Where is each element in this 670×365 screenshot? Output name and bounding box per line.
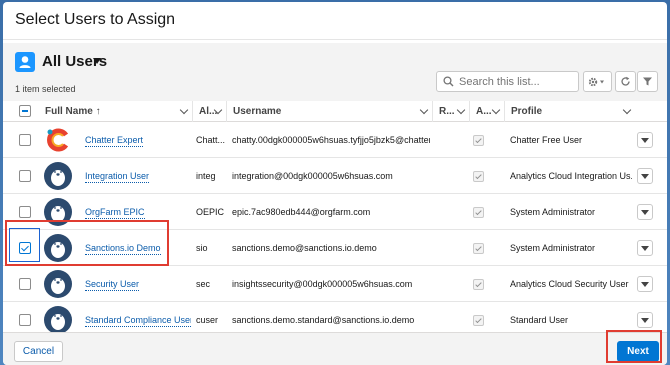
row-select-checkbox[interactable] [19, 134, 31, 146]
bear-avatar [44, 234, 72, 262]
row-actions-menu-button[interactable] [637, 204, 653, 220]
user-name-link[interactable]: Integration User [85, 171, 150, 183]
user-name-link[interactable]: Standard Compliance User [85, 315, 191, 327]
row-select-checkbox[interactable] [19, 206, 31, 218]
active-checkbox [473, 315, 484, 326]
modal-title: Select Users to Assign [15, 11, 176, 28]
alias-cell: Chatt... [196, 135, 226, 145]
chevron-down-icon[interactable] [491, 105, 501, 115]
row-actions-menu-button[interactable] [637, 168, 653, 184]
column-role[interactable]: R... [433, 101, 470, 122]
full-name-cell: Integration User [85, 158, 191, 194]
column-active[interactable]: A... [470, 101, 505, 122]
username-cell: epic.7ac980edb444@orgfarm.com [232, 207, 371, 217]
user-name-link[interactable]: Security User [85, 279, 140, 291]
user-name-link[interactable]: Sanctions.io Demo [85, 243, 161, 255]
chevron-down-icon[interactable] [456, 105, 466, 115]
username-cell: sanctions.demo@sanctions.io.demo [232, 243, 377, 253]
active-checkbox [473, 243, 484, 254]
gear-icon [588, 77, 604, 86]
alias-cell: integ [196, 171, 216, 181]
row-select-checkbox[interactable] [19, 170, 31, 182]
table-row[interactable]: Sanctions.io Demo sio sanctions.demo@sanct… [3, 230, 667, 266]
list-view-header: All Users 1 item selected [3, 43, 667, 103]
username-cell: chatty.00dgk000005w6hsuas.tyfjjo5jbzk5@c… [232, 135, 430, 145]
table-header: Full Name ↑ Al... Username R... A... Pro… [3, 101, 667, 122]
user-icon [15, 52, 35, 72]
column-username[interactable]: Username [227, 101, 433, 122]
profile-cell: Chatter Free User [510, 135, 583, 145]
username-cell: insightssecurity@00dgk000005w6hsuas.com [232, 279, 413, 289]
column-full-name[interactable]: Full Name ↑ [39, 101, 193, 122]
search-input[interactable] [459, 73, 575, 90]
table-row[interactable]: OrgFarm EPIC OEPIC epic.7ac980edb444@orgfa… [3, 194, 667, 230]
column-alias[interactable]: Al... [193, 101, 227, 122]
column-profile[interactable]: Profile [505, 101, 635, 122]
refresh-icon [621, 76, 630, 86]
bear-avatar [44, 306, 72, 334]
active-checkbox [473, 171, 484, 182]
alias-cell: sec [196, 279, 211, 289]
username-cell: integration@00dgk000005w6hsuas.com [232, 171, 393, 181]
full-name-cell: Security User [85, 266, 191, 302]
profile-cell: Analytics Cloud Security User [510, 279, 629, 289]
table-row[interactable]: Integration User integ integration@00dgk00… [3, 158, 667, 194]
filter-icon [643, 77, 652, 86]
chevron-down-icon[interactable] [179, 105, 189, 115]
search-box[interactable] [436, 71, 579, 92]
row-actions-menu-button[interactable] [637, 312, 653, 328]
active-checkbox [473, 135, 484, 146]
select-all-checkbox[interactable] [19, 105, 31, 117]
refresh-button[interactable] [615, 71, 636, 92]
user-name-link[interactable]: OrgFarm EPIC [85, 207, 145, 219]
row-actions-menu-button[interactable] [637, 132, 653, 148]
chevron-down-icon[interactable] [419, 105, 429, 115]
next-button[interactable]: Next [617, 341, 659, 362]
select-users-modal: Select Users to Assign All Users 1 item … [3, 2, 667, 365]
active-checkbox [473, 279, 484, 290]
user-name-link[interactable]: Chatter Expert [85, 135, 144, 147]
modal-header: Select Users to Assign [3, 2, 667, 40]
table-row[interactable]: Security User sec insightssecurity@00dgk00… [3, 266, 667, 302]
bear-avatar [44, 198, 72, 226]
cancel-button[interactable]: Cancel [14, 341, 63, 362]
table-row[interactable]: Chatter Expert Chatt... chatty.00dgk000005… [3, 122, 667, 158]
row-actions-menu-button[interactable] [637, 276, 653, 292]
search-icon [443, 76, 454, 90]
profile-cell: Analytics Cloud Integration Us... [510, 171, 632, 181]
sort-ascending-icon: ↑ [95, 106, 101, 117]
filter-button[interactable] [637, 71, 658, 92]
modal-footer: Cancel Next [3, 332, 667, 365]
full-name-cell: OrgFarm EPIC [85, 194, 191, 230]
active-checkbox [473, 207, 484, 218]
alias-cell: sio [196, 243, 208, 253]
row-select-checkbox[interactable] [19, 314, 31, 326]
chevron-down-icon[interactable] [93, 58, 101, 64]
row-select-checkbox[interactable] [19, 278, 31, 290]
row-actions-menu-button[interactable] [637, 240, 653, 256]
chevron-down-icon[interactable] [622, 105, 632, 115]
full-name-cell: Chatter Expert [85, 122, 191, 158]
chatter-avatar [44, 126, 72, 154]
full-name-cell: Sanctions.io Demo [85, 230, 191, 266]
selected-count: 1 item selected [15, 84, 76, 94]
profile-cell: System Administrator [510, 207, 596, 217]
list-settings-button[interactable] [583, 71, 612, 92]
alias-cell: OEPIC [196, 207, 225, 217]
bear-avatar [44, 270, 72, 298]
profile-cell: System Administrator [510, 243, 596, 253]
row-select-checkbox[interactable] [19, 242, 31, 254]
bear-avatar [44, 162, 72, 190]
